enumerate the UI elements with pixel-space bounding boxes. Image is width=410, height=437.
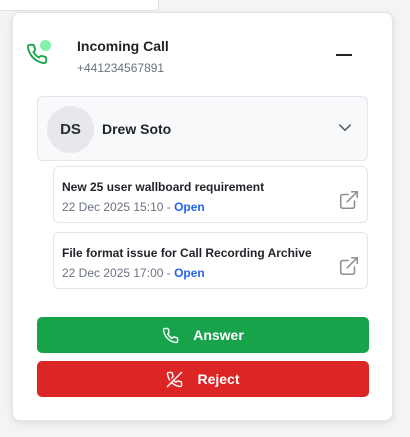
- ticket-title: File format issue for Call Recording Arc…: [62, 246, 312, 260]
- ticket-card: File format issue for Call Recording Arc…: [53, 232, 368, 289]
- ticket-datetime: 22 Dec 2025 15:10: [62, 200, 164, 214]
- call-title: Incoming Call: [77, 38, 169, 54]
- answer-button-label: Answer: [193, 327, 244, 343]
- ticket-separator: -: [163, 266, 175, 280]
- phone-icon: [162, 327, 179, 344]
- answer-button[interactable]: Answer: [37, 317, 369, 353]
- chevron-down-icon[interactable]: [336, 119, 354, 137]
- ticket-card: New 25 user wallboard requirement 22 Dec…: [53, 166, 368, 223]
- contact-name: Drew Soto: [102, 121, 172, 137]
- contact-card[interactable]: DS Drew Soto: [37, 96, 368, 161]
- ticket-separator: -: [163, 200, 175, 214]
- external-link-icon[interactable]: [338, 189, 360, 211]
- caller-number: +441234567891: [77, 61, 165, 75]
- minimize-button[interactable]: [331, 42, 357, 68]
- ticket-meta: 22 Dec 2025 15:10 - Open: [62, 200, 205, 214]
- call-status-indicator: [26, 40, 54, 68]
- reject-button[interactable]: Reject: [37, 361, 369, 397]
- ticket-meta: 22 Dec 2025 17:00 - Open: [62, 266, 205, 280]
- external-link-icon[interactable]: [338, 255, 360, 277]
- ticket-title: New 25 user wallboard requirement: [62, 180, 265, 194]
- call-header: Incoming Call +441234567891: [26, 28, 366, 80]
- ticket-status: Open: [174, 200, 205, 214]
- ticket-datetime: 22 Dec 2025 17:00: [62, 266, 164, 280]
- phone-off-icon: [166, 371, 183, 388]
- reject-button-label: Reject: [197, 371, 240, 387]
- background-window-edge: [0, 0, 159, 11]
- status-dot: [40, 40, 51, 51]
- avatar: DS: [47, 106, 94, 153]
- ticket-status: Open: [174, 266, 205, 280]
